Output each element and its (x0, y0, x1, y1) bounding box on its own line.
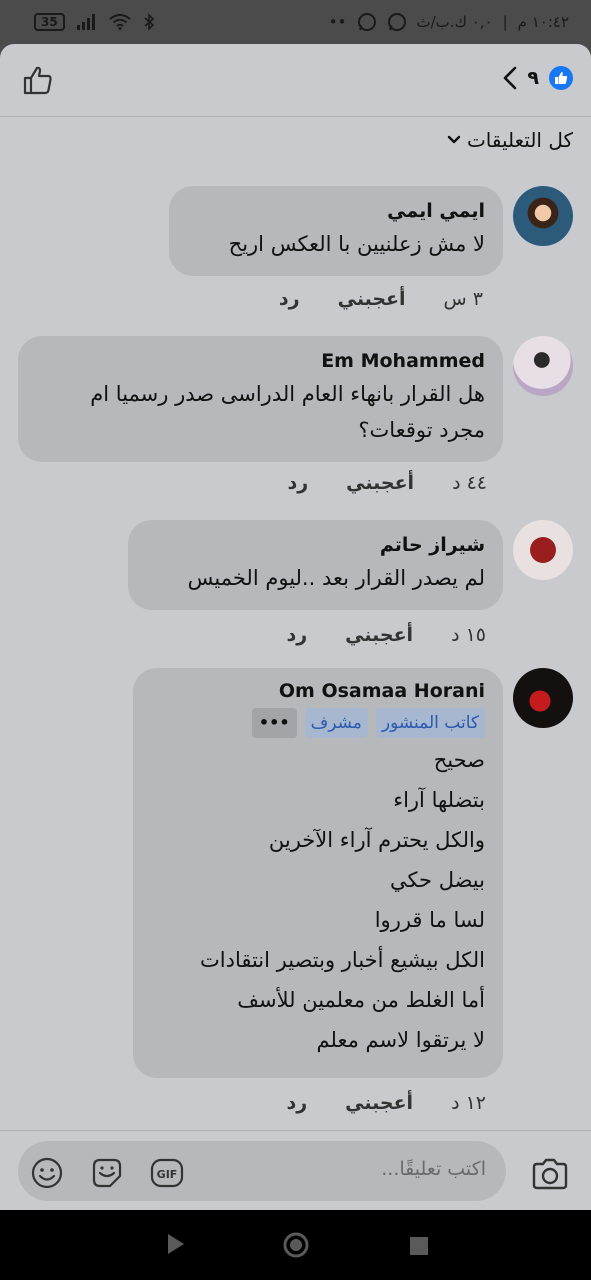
comment-author[interactable]: شيراز حاتم (146, 532, 485, 558)
like-button[interactable]: أعجبني (345, 624, 413, 646)
comment-text: صحيح (433, 748, 485, 772)
like-button[interactable]: أعجبني (346, 472, 414, 494)
comment-text: والكل يحترم آراء الآخرين (268, 828, 485, 852)
comment-text: لسا ما قرروا (374, 908, 485, 932)
badge-author: كاتب المنشور (375, 708, 485, 738)
reply-button[interactable]: رد (287, 472, 308, 494)
reply-button[interactable]: رد (279, 288, 300, 310)
comments-sheet: ٩ كل التعليقات ايمي ايمي لا مش زعلنيين ب… (0, 44, 591, 1210)
comment-text: مجرد توقعات؟ (358, 418, 485, 442)
avatar[interactable] (513, 336, 573, 396)
comment-bubble[interactable]: ايمي ايمي لا مش زعلنيين با العكس اريح (169, 186, 503, 276)
avatar[interactable] (513, 186, 573, 246)
recents-nav-icon[interactable] (409, 1236, 429, 1256)
comment-time: ٣ س (443, 288, 483, 310)
comment-time: ١٥ د (451, 624, 486, 646)
like-button[interactable]: أعجبني (345, 1092, 413, 1114)
comment-item: Om Osamaa Horani كاتب المنشور مشرف ••• ص… (0, 668, 591, 1130)
comment-bubble[interactable]: Om Osamaa Horani كاتب المنشور مشرف ••• ص… (133, 668, 503, 1078)
comment-time: ١٢ د (451, 1092, 486, 1114)
comment-author[interactable]: Em Mohammed (36, 348, 485, 374)
comment-filter-dropdown[interactable]: كل التعليقات (447, 128, 573, 152)
avatar[interactable] (513, 668, 573, 728)
comment-time: ٤٤ د (452, 472, 487, 494)
gif-label: GIF (157, 1168, 178, 1181)
comment-author[interactable]: Om Osamaa Horani (151, 678, 485, 704)
comment-actions: ١٢ د أعجبني رد (286, 1092, 486, 1114)
whatsapp-icon (387, 13, 406, 31)
chevron-down-icon (447, 135, 461, 144)
chevron-back-icon[interactable] (503, 66, 517, 90)
comment-text: هل القرار بانهاء العام الدراسى صدر رسميا… (90, 382, 485, 406)
camera-icon[interactable] (531, 1157, 569, 1191)
comment-text: لا مش زعلنيين با العكس اريح (228, 232, 485, 256)
comment-text: أما الغلط من معلمين للأسف (237, 988, 485, 1012)
avatar[interactable] (513, 520, 573, 580)
whatsapp-icon-2 (357, 13, 376, 31)
badge-admin: مشرف (304, 708, 368, 738)
comment-actions: ٤٤ د أعجبني رد (287, 472, 487, 494)
reaction-count: ٩ (527, 67, 539, 89)
badges-row: كاتب المنشور مشرف ••• (151, 708, 485, 738)
sheet-header: ٩ (0, 44, 591, 117)
status-separator: | (502, 13, 508, 31)
filter-label: كل التعليقات (466, 128, 573, 152)
wifi-icon (109, 14, 131, 30)
comment-item: ايمي ايمي لا مش زعلنيين با العكس اريح ٣ … (0, 184, 591, 334)
comment-bubble[interactable]: شيراز حاتم لم يصدر القرار بعد ..ليوم الخ… (128, 520, 503, 610)
status-right: ١٠:٤٢ م | ٠,٠ ك.ب/ث •• (329, 12, 569, 32)
status-bar: 35 ١٠:٤٢ م | ٠,٠ ك.ب/ث •• (0, 0, 591, 44)
comment-bubble[interactable]: Em Mohammed هل القرار بانهاء العام الدرا… (18, 336, 503, 462)
emoji-icon[interactable] (30, 1156, 64, 1190)
status-time: ١٠:٤٢ م (517, 13, 569, 31)
gif-icon[interactable]: GIF (150, 1156, 184, 1190)
bluetooth-icon (144, 13, 154, 31)
reply-button[interactable]: رد (286, 1092, 307, 1114)
status-left: 35 (34, 13, 155, 31)
comment-input-placeholder: اكتب تعليقًا... (381, 1158, 486, 1180)
home-nav-icon[interactable] (282, 1231, 310, 1259)
comment-item: Em Mohammed هل القرار بانهاء العام الدرا… (0, 334, 591, 519)
more-badges-button[interactable]: ••• (251, 708, 297, 738)
thumbs-up-outline-icon[interactable] (22, 64, 54, 96)
comment-input[interactable]: اكتب تعليقًا... GIF (18, 1141, 506, 1201)
comment-item: شيراز حاتم لم يصدر القرار بعد ..ليوم الخ… (0, 520, 591, 670)
system-nav-bar (0, 1210, 591, 1280)
signal-icon (76, 14, 95, 30)
comment-text: لا يرتقوا لاسم معلم (316, 1028, 485, 1052)
comment-author[interactable]: ايمي ايمي (187, 198, 485, 224)
back-nav-icon[interactable] (165, 1232, 187, 1256)
sticker-icon[interactable] (90, 1156, 124, 1190)
network-speed: ٠,٠ ك.ب/ث (416, 13, 493, 31)
notification-dots: •• (328, 13, 347, 31)
comment-actions: ٣ س أعجبني رد (279, 288, 483, 310)
reactions-summary[interactable]: ٩ (503, 66, 573, 90)
like-reaction-icon (549, 66, 573, 90)
reply-button[interactable]: رد (286, 624, 307, 646)
battery-indicator: 35 (34, 13, 65, 31)
comment-text: لم يصدر القرار بعد ..ليوم الخميس (187, 566, 485, 590)
comment-text: بتضلها آراء (393, 788, 485, 812)
comment-text: بيضل حكي (389, 868, 485, 892)
comment-text: الكل بيشيع أخبار وبتصير انتقادات (199, 948, 485, 972)
comment-actions: ١٥ د أعجبني رد (286, 624, 486, 646)
like-button[interactable]: أعجبني (338, 288, 406, 310)
comment-composer: اكتب تعليقًا... GIF (0, 1130, 591, 1210)
